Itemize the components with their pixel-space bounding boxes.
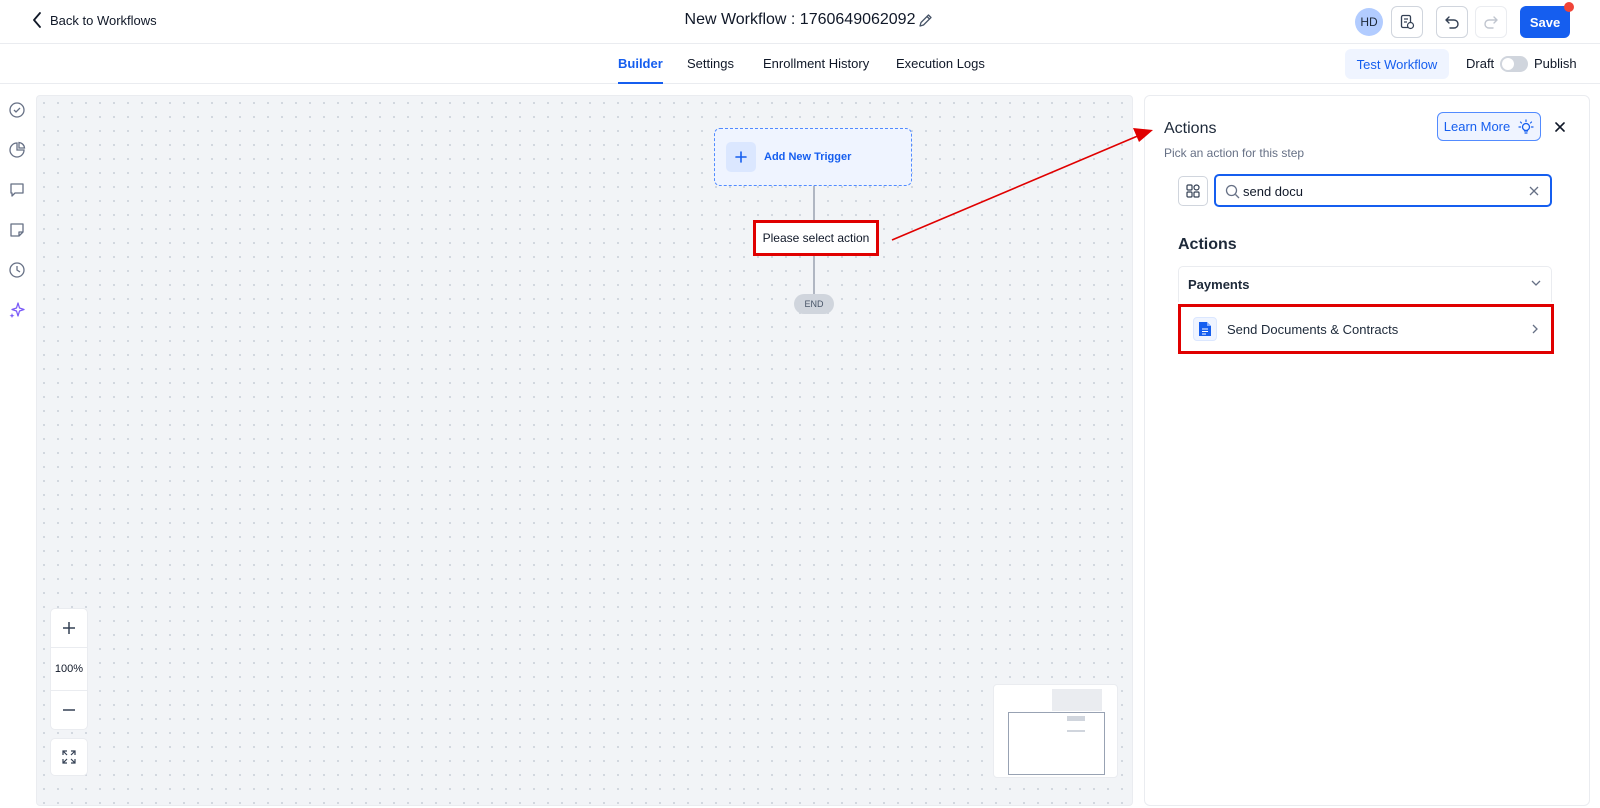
action-label: Send Documents & Contracts — [1227, 321, 1399, 337]
search-icon — [1225, 184, 1240, 199]
action-send-documents-contracts[interactable]: Send Documents & Contracts — [1178, 304, 1554, 354]
back-to-workflows-link[interactable]: Back to Workflows — [32, 12, 157, 28]
expand-icon — [62, 750, 76, 764]
close-icon[interactable] — [1551, 118, 1569, 136]
document-clock-icon — [1400, 14, 1415, 30]
history-icon[interactable] — [8, 261, 26, 279]
learn-more-button[interactable]: Learn More — [1437, 112, 1541, 141]
top-header: Back to Workflows New Workflow : 1760649… — [0, 0, 1600, 44]
workflow-canvas[interactable]: Add New Trigger Please select action END… — [36, 95, 1133, 806]
zoom-in-button[interactable] — [51, 609, 87, 647]
learn-more-label: Learn More — [1443, 119, 1511, 134]
fit-view-button[interactable] — [50, 738, 88, 776]
end-node: END — [794, 294, 834, 314]
sparkles-icon[interactable] — [8, 301, 26, 319]
edit-title-icon[interactable] — [918, 13, 933, 28]
select-action-node[interactable]: Please select action — [753, 220, 879, 256]
results-heading: Actions — [1178, 236, 1237, 253]
back-label: Back to Workflows — [50, 12, 157, 28]
undo-icon — [1445, 16, 1459, 29]
plus-icon — [726, 142, 756, 172]
chevron-down-icon — [1531, 280, 1541, 286]
tab-bar: Builder Settings Enrollment History Exec… — [0, 44, 1600, 84]
tab-builder[interactable]: Builder — [618, 56, 663, 84]
plus-icon — [63, 622, 75, 634]
chevron-left-icon — [33, 12, 41, 28]
redo-icon — [1484, 16, 1498, 29]
category-label: Payments — [1188, 277, 1250, 292]
comment-icon[interactable] — [8, 181, 26, 199]
chevron-right-icon — [1532, 324, 1538, 334]
draft-label: Draft — [1466, 56, 1495, 71]
action-search-box — [1214, 174, 1552, 207]
tab-execution-logs[interactable]: Execution Logs — [896, 56, 985, 84]
avatar[interactable]: HD — [1355, 8, 1383, 36]
connector-line — [813, 256, 815, 294]
actions-panel: Actions Pick an action for this step Lea… — [1144, 95, 1590, 806]
unsaved-indicator-dot — [1564, 2, 1574, 12]
minimap[interactable] — [993, 684, 1118, 778]
trigger-label: Add New Trigger — [764, 151, 852, 163]
search-input[interactable] — [1243, 181, 1523, 201]
zoom-controls: 100% — [50, 608, 88, 730]
publish-toggle[interactable] — [1500, 56, 1528, 72]
minus-icon — [63, 709, 75, 711]
add-trigger-node[interactable]: Add New Trigger — [714, 128, 912, 186]
lightbulb-icon — [1518, 118, 1534, 134]
connector-line — [813, 186, 815, 220]
publish-label: Publish — [1534, 56, 1577, 71]
clear-search-icon[interactable] — [1529, 186, 1539, 196]
tab-settings[interactable]: Settings — [687, 56, 734, 84]
panel-subtitle: Pick an action for this step — [1164, 146, 1305, 160]
workflow-notes-button[interactable] — [1391, 6, 1423, 38]
redo-button[interactable] — [1475, 6, 1507, 38]
document-icon — [1193, 317, 1217, 341]
check-circle-icon[interactable] — [8, 101, 26, 119]
category-grid-button[interactable] — [1178, 176, 1208, 206]
category-payments[interactable]: Payments — [1178, 266, 1552, 302]
pie-chart-icon[interactable] — [8, 141, 26, 159]
grid-icon — [1186, 184, 1200, 198]
save-button[interactable]: Save — [1520, 6, 1570, 38]
test-workflow-button[interactable]: Test Workflow — [1345, 49, 1449, 79]
zoom-out-button[interactable] — [51, 691, 87, 729]
minimap-viewport[interactable] — [1008, 712, 1105, 775]
tab-enrollment-history[interactable]: Enrollment History — [763, 56, 869, 84]
zoom-level: 100% — [51, 647, 87, 691]
note-icon[interactable] — [8, 221, 26, 239]
undo-button[interactable] — [1436, 6, 1468, 38]
panel-title: Actions — [1164, 120, 1217, 137]
